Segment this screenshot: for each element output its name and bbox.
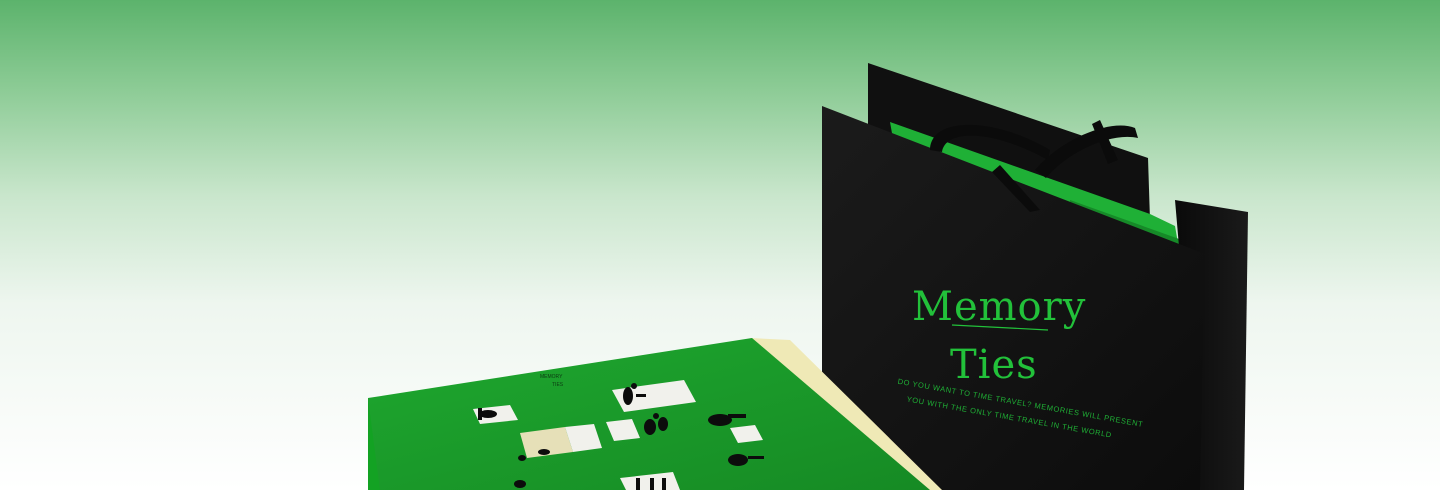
box-mini-line1: MEMORY xyxy=(540,374,563,380)
bag-brand-line1: Memory xyxy=(912,284,1086,330)
hero-banner: Memory Ties DO YOU WANT TO TIME TRAVEL? … xyxy=(0,0,1440,490)
shopping-bag: Memory Ties DO YOU WANT TO TIME TRAVEL? … xyxy=(822,63,1248,490)
product-illustration: Memory Ties DO YOU WANT TO TIME TRAVEL? … xyxy=(368,63,1248,490)
bag-brand-line2: Ties xyxy=(950,342,1038,388)
box-mini-line2: TIES xyxy=(552,382,564,388)
